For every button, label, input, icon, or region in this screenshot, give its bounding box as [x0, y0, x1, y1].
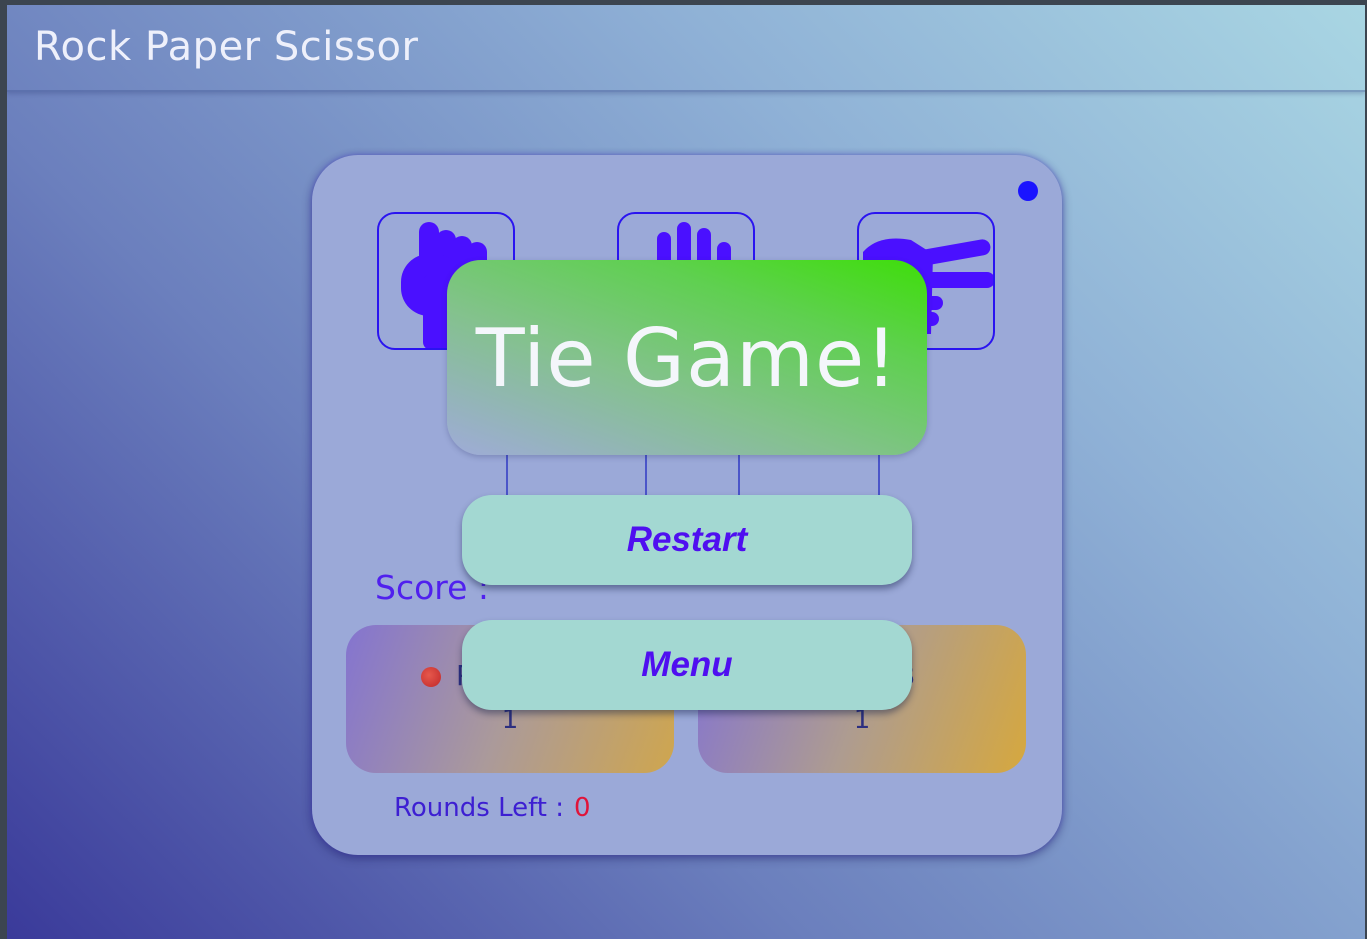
app-window: Rock Paper Scissor Score: 1 1 Rounds Le… [7, 5, 1365, 939]
restart-button[interactable]: Restart [462, 495, 912, 585]
result-text: Tie Game! [475, 312, 899, 405]
rounds-left-value: 0 [574, 793, 591, 823]
title-bar: Rock Paper Scissor [7, 5, 1365, 92]
player-indicator-dot [421, 667, 441, 687]
menu-button[interactable]: Menu [462, 620, 912, 710]
divider-line [645, 453, 647, 497]
app-title: Rock Paper Scissor [34, 24, 419, 70]
divider-line [506, 453, 508, 497]
result-banner: Tie Game! [447, 260, 927, 455]
rounds-left-label: Rounds Left : [394, 793, 565, 823]
divider-line [878, 453, 880, 497]
divider-line [738, 453, 740, 497]
status-dot [1018, 181, 1038, 201]
rounds-left: Rounds Left : 0 [394, 793, 591, 823]
